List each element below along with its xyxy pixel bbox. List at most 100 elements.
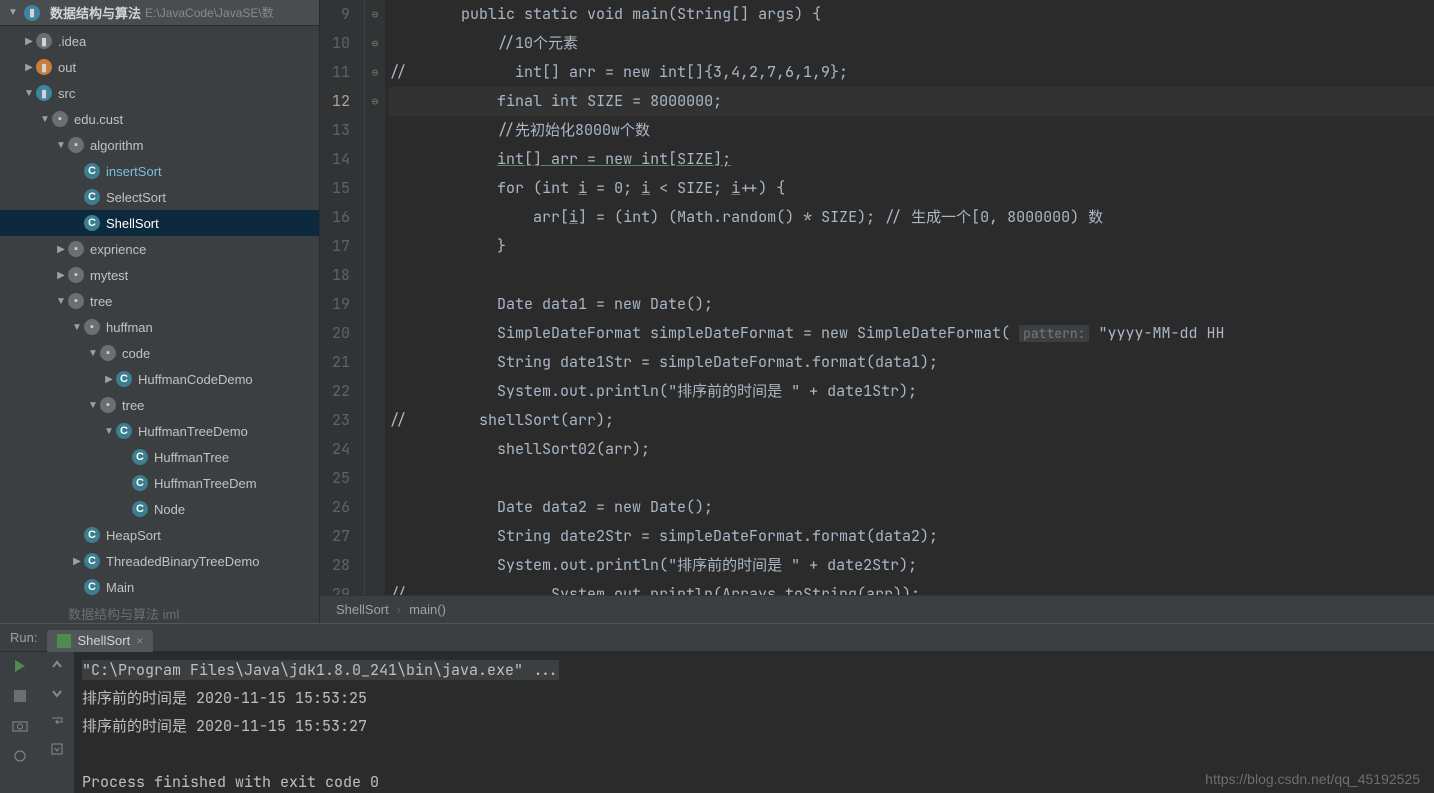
tree-item[interactable]: ▼▪ huffman bbox=[0, 314, 319, 340]
up-icon[interactable] bbox=[50, 658, 64, 672]
tree-item[interactable]: ▶▪exprience bbox=[0, 236, 319, 262]
tree-item-label: ThreadedBinaryTreeDemo bbox=[106, 554, 259, 569]
tree-item-label: out bbox=[58, 60, 76, 75]
tree-item[interactable]: ▼▪ tree bbox=[0, 392, 319, 418]
chevron-down-icon[interactable]: ▼ bbox=[70, 322, 84, 333]
tree-item[interactable]: ▼▮ src bbox=[0, 80, 319, 106]
class-icon: C bbox=[84, 215, 100, 231]
chevron-down-icon[interactable]: ▼ bbox=[54, 140, 68, 151]
down-icon[interactable] bbox=[50, 686, 64, 700]
tree-item[interactable]: ▶CHeapSort bbox=[0, 522, 319, 548]
tree-item-label: tree bbox=[122, 398, 144, 413]
tree-item[interactable]: ▶▪mytest bbox=[0, 262, 319, 288]
line-number-gutter[interactable]: 9101112131415161718192021222324252627282… bbox=[320, 0, 365, 595]
tree-item[interactable]: ▶CNode bbox=[0, 496, 319, 522]
tree-item-label: HuffmanTreeDemo bbox=[138, 424, 248, 439]
chevron-right-icon[interactable]: ▶ bbox=[22, 36, 36, 47]
project-sidebar: ▼ ▮ 数据结构与算法 E:\JavaCode\JavaSE\数 ▶▮.idea… bbox=[0, 0, 320, 623]
class-icon: C bbox=[84, 553, 100, 569]
tree-item[interactable]: ▶▮ out bbox=[0, 54, 319, 80]
tree-item[interactable]: ▼▪ code bbox=[0, 340, 319, 366]
tree-item[interactable]: ▶CHuffmanTreeDem bbox=[0, 470, 319, 496]
class-icon: C bbox=[84, 163, 100, 179]
run-tab-label: ShellSort bbox=[77, 633, 130, 648]
tree-item-label: edu.cust bbox=[74, 112, 123, 127]
tree-item-label: HuffmanCodeDemo bbox=[138, 372, 253, 387]
chevron-down-icon[interactable]: ▼ bbox=[102, 426, 116, 437]
tree-item[interactable]: ▶CMain bbox=[0, 574, 319, 600]
class-icon: C bbox=[116, 423, 132, 439]
run-tool-window: Run: ShellSort × "C:\Program Files\Java\… bbox=[0, 623, 1434, 793]
run-label: Run: bbox=[0, 630, 47, 645]
tree-item-label: exprience bbox=[90, 242, 146, 257]
settings-icon[interactable] bbox=[12, 748, 28, 764]
scroll-to-end-icon[interactable] bbox=[50, 742, 64, 756]
class-icon: C bbox=[84, 189, 100, 205]
tree-item[interactable]: ▶C HuffmanCodeDemo bbox=[0, 366, 319, 392]
class-icon: C bbox=[116, 371, 132, 387]
project-tree[interactable]: ▶▮.idea▶▮out▼▮src▼▪edu.cust▼▪algorithm▶C… bbox=[0, 26, 319, 623]
package-icon: ▪ bbox=[68, 137, 84, 153]
tree-item-label: huffman bbox=[106, 320, 153, 335]
class-icon: C bbox=[132, 449, 148, 465]
breadcrumb-class[interactable]: ShellSort bbox=[336, 602, 389, 617]
package-icon: ▪ bbox=[100, 397, 116, 413]
project-icon: ▮ bbox=[24, 5, 40, 21]
tree-item[interactable]: ▼▪edu.cust bbox=[0, 106, 319, 132]
tree-item[interactable]: ▼▪algorithm bbox=[0, 132, 319, 158]
tree-item[interactable]: ▼C HuffmanTreeDemo bbox=[0, 418, 319, 444]
chevron-right-icon[interactable]: ▶ bbox=[22, 62, 36, 73]
stop-icon[interactable] bbox=[12, 688, 28, 704]
run-tab[interactable]: ShellSort × bbox=[47, 630, 153, 652]
tree-item[interactable]: ▶C ThreadedBinaryTreeDemo bbox=[0, 548, 319, 574]
chevron-right-icon[interactable]: ▶ bbox=[54, 270, 68, 281]
run-toolbar-right bbox=[40, 652, 74, 793]
breadcrumb-method[interactable]: main() bbox=[409, 602, 446, 617]
chevron-right-icon[interactable]: ▶ bbox=[70, 556, 84, 567]
tree-item-label: insertSort bbox=[106, 164, 162, 179]
tree-item-label: code bbox=[122, 346, 150, 361]
chevron-down-icon[interactable]: ▼ bbox=[86, 400, 100, 411]
breadcrumb[interactable]: ShellSort › main() bbox=[320, 595, 1434, 623]
code-editor[interactable]: public static void main(String[] args) {… bbox=[385, 0, 1434, 595]
folder-icon: ▮ bbox=[36, 85, 52, 101]
tree-item-label: src bbox=[58, 86, 75, 101]
tree-item[interactable]: ▶CinsertSort bbox=[0, 158, 319, 184]
rerun-icon[interactable] bbox=[12, 658, 28, 674]
tree-item-label: HuffmanTree bbox=[154, 450, 229, 465]
tree-item[interactable]: ▶CSelectSort bbox=[0, 184, 319, 210]
folder-icon: ▮ bbox=[36, 59, 52, 75]
tree-item[interactable]: ▶CShellSort bbox=[0, 210, 319, 236]
package-icon: ▪ bbox=[68, 293, 84, 309]
chevron-down-icon[interactable]: ▼ bbox=[54, 296, 68, 307]
class-icon: C bbox=[84, 579, 100, 595]
soft-wrap-icon[interactable] bbox=[50, 714, 64, 728]
package-icon: ▪ bbox=[84, 319, 100, 335]
tree-item-label: SelectSort bbox=[106, 190, 166, 205]
chevron-right-icon[interactable]: ▶ bbox=[102, 374, 116, 385]
watermark: https://blog.csdn.net/qq_45192525 bbox=[1205, 771, 1420, 787]
tree-item[interactable]: ▶CHuffmanTree bbox=[0, 444, 319, 470]
chevron-down-icon[interactable]: ▼ bbox=[86, 348, 100, 359]
chevron-down-icon[interactable]: ▼ bbox=[38, 114, 52, 125]
close-icon[interactable]: × bbox=[136, 634, 143, 648]
tree-item-label: Main bbox=[106, 580, 134, 595]
tree-item-label: .idea bbox=[58, 34, 86, 49]
chevron-down-icon: ▼ bbox=[6, 7, 20, 18]
tree-item[interactable]: ▶▮.idea bbox=[0, 28, 319, 54]
fold-gutter[interactable]: ⊖⊖⊖⊖ bbox=[365, 0, 385, 595]
class-icon: C bbox=[132, 475, 148, 491]
tree-item-label: Node bbox=[154, 502, 185, 517]
tree-item[interactable]: ▼▪tree bbox=[0, 288, 319, 314]
package-icon: ▪ bbox=[100, 345, 116, 361]
project-header[interactable]: ▼ ▮ 数据结构与算法 E:\JavaCode\JavaSE\数 bbox=[0, 0, 319, 26]
chevron-right-icon[interactable]: ▶ bbox=[54, 244, 68, 255]
tree-item-label: HeapSort bbox=[106, 528, 161, 543]
tree-item[interactable]: ▶数据结构与算法 iml bbox=[0, 600, 319, 623]
camera-icon[interactable] bbox=[12, 718, 28, 734]
chevron-down-icon[interactable]: ▼ bbox=[22, 88, 36, 99]
run-toolbar-left bbox=[0, 652, 40, 793]
project-path: E:\JavaCode\JavaSE\数 bbox=[145, 4, 274, 21]
class-icon: C bbox=[84, 527, 100, 543]
tree-item-label: mytest bbox=[90, 268, 128, 283]
